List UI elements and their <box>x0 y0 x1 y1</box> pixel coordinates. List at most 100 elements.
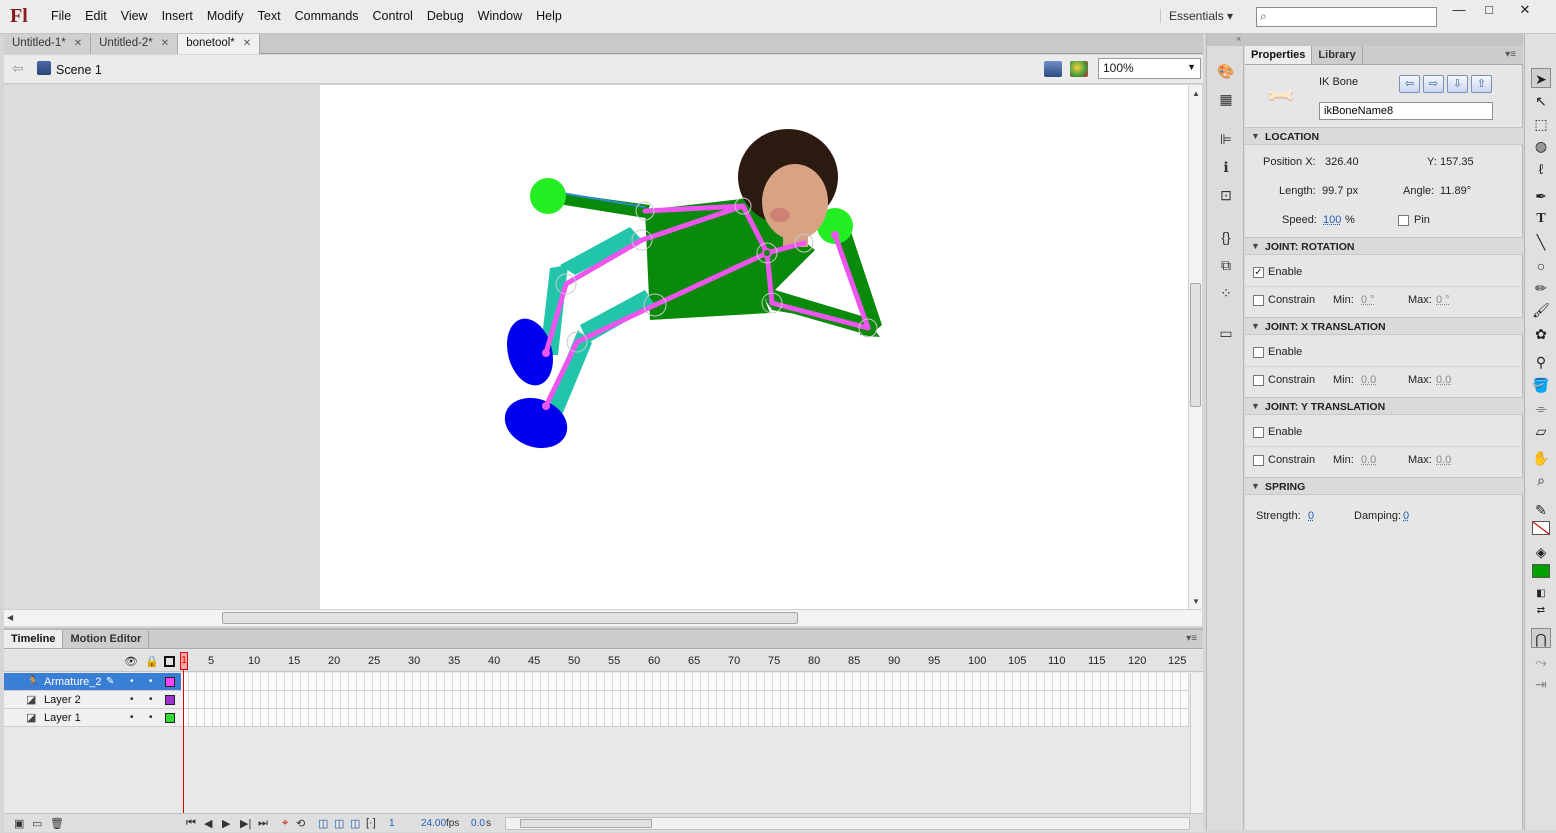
text-tool-icon[interactable]: T <box>1531 209 1551 229</box>
speed-value[interactable]: 100 <box>1323 214 1341 226</box>
collapse-icon[interactable]: « <box>1207 34 1245 46</box>
modify-onion-markers-icon[interactable]: [·] <box>366 817 376 829</box>
eraser-tool-icon[interactable]: ▱ <box>1531 421 1551 441</box>
hand-tool-icon[interactable]: ✋ <box>1531 448 1551 468</box>
menu-modify[interactable]: Modify <box>200 9 251 23</box>
frame-number[interactable]: 125 <box>1168 655 1186 667</box>
smooth-icon[interactable]: ⤳ <box>1531 652 1551 672</box>
layer-name[interactable]: Armature_2 <box>44 676 101 688</box>
delete-layer-icon[interactable]: 🗑 <box>50 817 64 830</box>
x-constrain-checkbox[interactable] <box>1253 375 1264 386</box>
edit-multiple-frames-icon[interactable]: ◫ <box>350 817 360 830</box>
frame-number[interactable]: 70 <box>728 655 740 667</box>
frame-number[interactable]: 20 <box>328 655 340 667</box>
menu-insert[interactable]: Insert <box>155 9 200 23</box>
frame-number[interactable]: 10 <box>248 655 260 667</box>
loop-icon[interactable]: ⟲ <box>296 817 305 830</box>
free-transform-tool-icon[interactable]: ⬚ <box>1531 114 1551 134</box>
lock-dot[interactable]: • <box>149 676 153 687</box>
panel-menu-icon[interactable]: ▾≡ <box>1186 633 1197 644</box>
code-snippets-icon[interactable]: {} <box>1217 228 1235 246</box>
child-bone-button[interactable]: ⇨ <box>1423 75 1444 93</box>
project-panel-icon[interactable]: ▭ <box>1217 324 1235 342</box>
selection-tool-icon[interactable]: ➤ <box>1531 68 1551 88</box>
parent-bone-button[interactable]: ⇦ <box>1399 75 1420 93</box>
frame-number[interactable]: 55 <box>608 655 620 667</box>
next-sibling-button[interactable]: ⇩ <box>1447 75 1468 93</box>
menu-debug[interactable]: Debug <box>420 9 471 23</box>
3d-rotation-tool-icon[interactable]: ◍ <box>1531 136 1551 156</box>
section-joint-x-translation[interactable]: ▼ JOINT: X TRANSLATION <box>1245 317 1523 335</box>
section-joint-rotation[interactable]: ▼ JOINT: ROTATION <box>1245 237 1523 255</box>
frame-number[interactable]: 80 <box>808 655 820 667</box>
tab-library[interactable]: Library <box>1312 46 1363 64</box>
deco-tool-icon[interactable]: ✿ <box>1531 324 1551 344</box>
workspace-switcher[interactable]: Essentials ▾ <box>1160 9 1233 23</box>
line-tool-icon[interactable]: ╲ <box>1531 232 1551 252</box>
scroll-down-icon[interactable]: ▼ <box>1192 597 1200 606</box>
swatches-panel-icon[interactable]: ▦ <box>1217 90 1235 108</box>
frame-number[interactable]: 45 <box>528 655 540 667</box>
tab-timeline[interactable]: Timeline <box>4 630 64 648</box>
x-enable-checkbox[interactable] <box>1253 347 1264 358</box>
rotation-constrain-checkbox[interactable] <box>1253 295 1264 306</box>
layer-color-swatch[interactable] <box>165 677 175 687</box>
snap-to-objects-icon[interactable]: ⋂ <box>1531 628 1551 648</box>
lock-dot[interactable]: • <box>149 694 153 705</box>
doc-tab-bonetool[interactable]: bonetool* ✕ <box>178 34 261 54</box>
damping-value[interactable]: 0 <box>1403 510 1409 522</box>
outline-icon[interactable] <box>164 656 175 667</box>
doc-tab-untitled-1[interactable]: Untitled-1* ✕ <box>4 34 92 54</box>
menu-edit[interactable]: Edit <box>78 9 114 23</box>
frame-number[interactable]: 95 <box>928 655 940 667</box>
transform-panel-icon[interactable]: ⊡ <box>1217 186 1235 204</box>
lasso-tool-icon[interactable]: ℓ <box>1531 159 1551 179</box>
motion-presets-icon[interactable]: ⁘ <box>1217 284 1235 302</box>
align-panel-icon[interactable]: ⊫ <box>1217 130 1235 148</box>
y-min-value[interactable]: 0.0 <box>1361 454 1376 466</box>
menu-commands[interactable]: Commands <box>288 9 366 23</box>
scroll-left-icon[interactable]: ◀ <box>7 613 13 622</box>
frame-number[interactable]: 40 <box>488 655 500 667</box>
close-button[interactable]: ✕ <box>1510 2 1540 20</box>
new-layer-icon[interactable]: ▣ <box>14 817 24 830</box>
tab-motion-editor[interactable]: Motion Editor <box>63 630 150 648</box>
layer-color-swatch[interactable] <box>165 695 175 705</box>
frame-rate[interactable]: 24.00 <box>421 818 446 829</box>
menu-view[interactable]: View <box>114 9 155 23</box>
stage-vertical-scrollbar[interactable]: ▲ ▼ <box>1188 85 1202 609</box>
frame-number[interactable]: 75 <box>768 655 780 667</box>
visibility-dot[interactable]: • <box>130 712 134 723</box>
doc-tab-untitled-2[interactable]: Untitled-2* ✕ <box>91 34 179 54</box>
current-frame[interactable]: 1 <box>389 818 395 829</box>
close-tab-icon[interactable]: ✕ <box>161 38 169 49</box>
timeline-vertical-scrollbar[interactable] <box>1190 673 1203 817</box>
maximize-button[interactable]: □ <box>1474 2 1504 20</box>
layer-name[interactable]: Layer 2 <box>44 694 81 706</box>
frame-number[interactable]: 50 <box>568 655 580 667</box>
lock-dot[interactable]: • <box>149 712 153 723</box>
menu-file[interactable]: File <box>44 9 78 23</box>
layer-row-armature[interactable]: 🏃 Armature_2 ✎ • • <box>4 673 181 691</box>
new-folder-icon[interactable]: ▭ <box>32 817 42 830</box>
eyedropper-tool-icon[interactable]: ⌯ <box>1531 398 1551 418</box>
layer-row-layer-2[interactable]: ◪ Layer 2 • • <box>4 691 181 709</box>
frame-number[interactable]: 100 <box>968 655 986 667</box>
x-max-value[interactable]: 0.0 <box>1436 374 1451 386</box>
step-back-icon[interactable]: ◀ <box>204 817 212 830</box>
frame-number[interactable]: 5 <box>208 655 214 667</box>
visibility-dot[interactable]: • <box>130 676 134 687</box>
frame-number[interactable]: 60 <box>648 655 660 667</box>
step-forward-icon[interactable]: ▶| <box>240 817 251 830</box>
pin-checkbox[interactable] <box>1398 215 1409 226</box>
previous-sibling-button[interactable]: ⇧ <box>1471 75 1492 93</box>
playhead[interactable]: 1 <box>180 652 188 670</box>
play-icon[interactable]: ▶ <box>222 817 230 830</box>
frame-number[interactable]: 35 <box>448 655 460 667</box>
frame-number[interactable]: 30 <box>408 655 420 667</box>
subselection-tool-icon[interactable]: ↖ <box>1531 91 1551 111</box>
tab-properties[interactable]: Properties <box>1245 46 1313 64</box>
y-max-value[interactable]: 0.0 <box>1436 454 1451 466</box>
search-input[interactable] <box>1275 10 1433 24</box>
oval-tool-icon[interactable]: ○ <box>1531 256 1551 276</box>
